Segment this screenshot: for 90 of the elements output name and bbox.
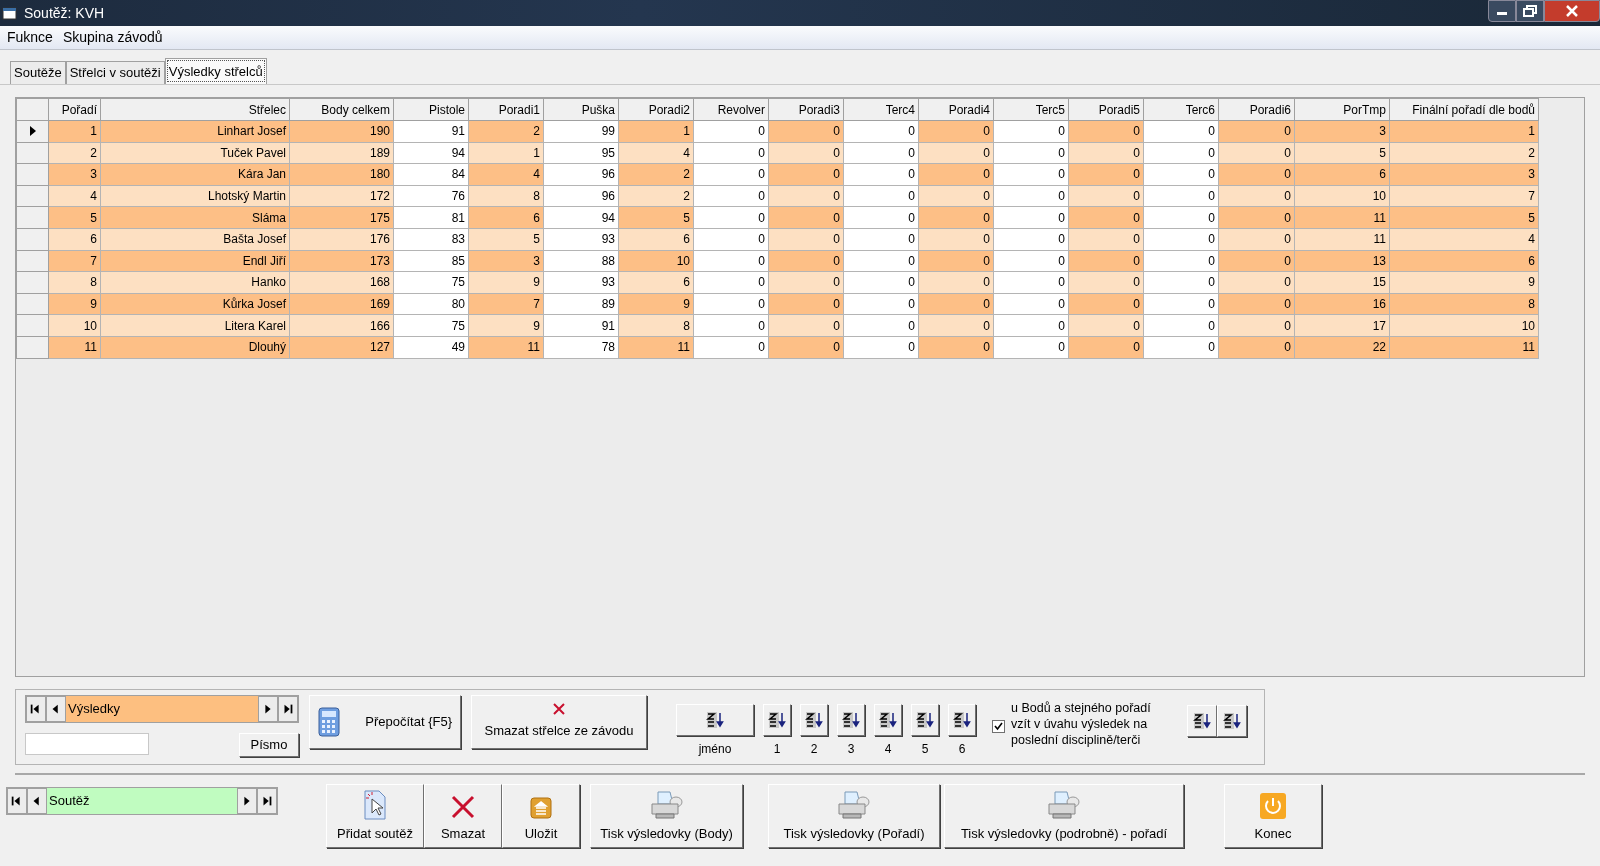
table-cell: Kůrka Josef xyxy=(100,293,290,315)
column-header[interactable]: Terc6 xyxy=(1143,98,1219,121)
table-cell: Bašta Josef xyxy=(100,228,290,251)
printer-icon xyxy=(837,789,871,820)
column-header[interactable]: Terc4 xyxy=(843,98,919,121)
close-button[interactable] xyxy=(1544,0,1600,22)
sort-label: jméno xyxy=(698,741,732,758)
column-header[interactable]: Poradi5 xyxy=(1068,98,1144,121)
maximize-icon xyxy=(1523,5,1537,17)
sort-label: 4 xyxy=(884,741,892,758)
sort-icon xyxy=(805,711,823,729)
column-header[interactable]: Poradi6 xyxy=(1218,98,1295,121)
sort-button[interactable] xyxy=(676,704,754,736)
table-cell: Kára Jan xyxy=(100,163,290,186)
table-cell: Dlouhý xyxy=(100,336,290,359)
toolbar-button[interactable]: Tisk výsledovky (Pořadí) xyxy=(768,784,940,848)
tab[interactable]: Výsledky střelců xyxy=(164,58,267,84)
recalculate-button[interactable]: Přepočítat {F5} xyxy=(309,695,461,749)
column-header[interactable]: Poradi1 xyxy=(468,98,544,121)
close-icon xyxy=(1565,5,1579,17)
menu-item[interactable]: Fuknce xyxy=(7,27,53,48)
text-field[interactable] xyxy=(25,733,149,755)
tab[interactable]: Střelci v soutěži xyxy=(65,61,165,84)
sort-button[interactable] xyxy=(1187,705,1217,737)
column-header[interactable]: Body celkem xyxy=(289,98,394,121)
table-cell: Endl Jiří xyxy=(100,250,290,272)
sort-button[interactable] xyxy=(874,704,902,736)
printer-icon xyxy=(1047,789,1081,820)
page-cursor-icon xyxy=(362,789,388,820)
sort-icon xyxy=(953,711,971,729)
column-header[interactable]: Pořadí xyxy=(48,98,101,121)
sort-button[interactable] xyxy=(911,704,939,736)
sort-label: 5 xyxy=(921,741,929,758)
toolbar-button[interactable]: Přidat soutěž xyxy=(326,784,424,848)
maximize-button[interactable] xyxy=(1516,0,1544,22)
column-header[interactable]: Revolver xyxy=(693,98,769,121)
sort-icon xyxy=(879,711,897,729)
close-icon xyxy=(553,703,565,716)
save-icon xyxy=(529,795,553,820)
toolbar-button[interactable]: Tisk výsledovky (podrobně) - pořadí xyxy=(944,784,1184,848)
column-header[interactable]: Poradi4 xyxy=(918,98,994,121)
checkbox[interactable] xyxy=(992,720,1005,733)
table-cell: Sláma xyxy=(100,206,290,229)
sort-button[interactable] xyxy=(1217,705,1247,737)
sort-button[interactable] xyxy=(800,704,828,736)
table-cell: Hanko xyxy=(100,271,290,294)
row-header[interactable] xyxy=(16,120,49,143)
column-header[interactable]: Finální pořadí dle bodů xyxy=(1389,98,1539,121)
toolbar-button[interactable]: Smazat xyxy=(424,784,502,848)
sort-label: 2 xyxy=(810,741,818,758)
table-cell: Litera Karel xyxy=(100,314,290,337)
toolbar-button[interactable]: Uložit xyxy=(502,784,580,848)
delete-shooter-button[interactable]: Smazat střelce ze závodu xyxy=(471,695,647,749)
printer-icon xyxy=(649,789,684,820)
column-header[interactable]: Střelec xyxy=(100,98,290,121)
checkbox-label: u Bodů a stejného pořadí vzít v úvahu výsledek na poslední disciplině/terči xyxy=(1011,700,1152,748)
minimize-button[interactable] xyxy=(1488,0,1516,22)
sort-icon xyxy=(706,711,724,729)
table-cell: Lhotský Martin xyxy=(100,185,290,207)
sort-icon xyxy=(768,711,786,729)
column-header[interactable]: Poradi3 xyxy=(768,98,844,121)
sort-icon xyxy=(1223,712,1241,730)
column-header[interactable]: Poradi2 xyxy=(618,98,694,121)
toolbar-button[interactable]: Tisk výsledovky (Body) xyxy=(590,784,743,848)
power-icon xyxy=(1259,791,1287,820)
sort-label: 6 xyxy=(958,741,966,758)
font-button[interactable]: Písmo xyxy=(239,733,299,757)
window-icon xyxy=(2,5,18,21)
column-header[interactable]: PorTmp xyxy=(1294,98,1390,121)
sort-button[interactable] xyxy=(763,704,791,736)
table-cell: Tuček Pavel xyxy=(100,142,290,164)
current-row-icon xyxy=(29,126,37,137)
menu-item[interactable]: Skupina závodů xyxy=(62,27,163,48)
tab[interactable]: Soutěže xyxy=(10,61,66,84)
sort-icon xyxy=(1193,712,1211,730)
column-header[interactable]: Pistole xyxy=(393,98,469,121)
sort-button[interactable] xyxy=(837,704,865,736)
calculator-icon xyxy=(318,707,340,737)
sort-button[interactable] xyxy=(948,704,976,736)
sort-icon xyxy=(916,711,934,729)
sort-label: 1 xyxy=(773,741,781,758)
window-title: Soutěž: KVH xyxy=(24,3,105,23)
sort-label: 3 xyxy=(847,741,855,758)
toolbar-button[interactable]: Konec xyxy=(1224,784,1322,848)
table-cell: Linhart Josef xyxy=(100,120,290,143)
column-header[interactable]: Terc5 xyxy=(993,98,1069,121)
sort-icon xyxy=(842,711,860,729)
column-header[interactable]: Puška xyxy=(543,98,619,121)
check-icon xyxy=(994,722,1003,731)
close-icon xyxy=(450,793,476,820)
